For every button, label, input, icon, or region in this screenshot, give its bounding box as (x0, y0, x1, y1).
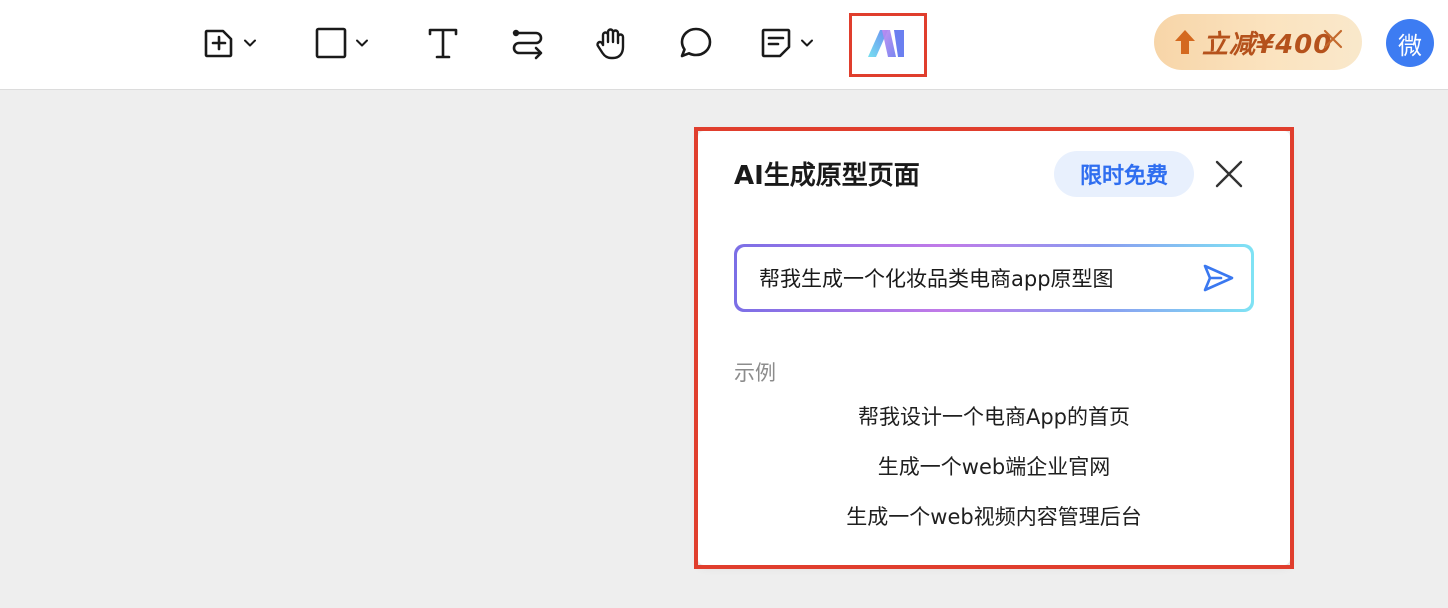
note-tool[interactable] (759, 22, 815, 64)
comment-tool[interactable] (678, 22, 714, 64)
text-icon (428, 28, 458, 59)
chevron-down-icon[interactable] (799, 35, 815, 51)
rectangle-tool[interactable] (314, 22, 370, 64)
text-tool[interactable] (426, 22, 460, 64)
chevron-down-icon[interactable] (354, 35, 370, 51)
comment-bubble-icon (680, 27, 712, 58)
hand-icon (596, 28, 625, 60)
connector-icon (512, 29, 543, 60)
connector-tool[interactable] (510, 22, 546, 64)
add-page-icon (204, 29, 233, 58)
arrow-up-icon (1175, 30, 1195, 54)
ai-tool-highlight-frame (849, 13, 927, 77)
panel-highlight-frame (694, 127, 1294, 569)
top-toolbar: 立减¥400 微 (0, 0, 1448, 90)
promo-banner[interactable]: 立减¥400 (1154, 14, 1362, 70)
hand-tool[interactable] (593, 22, 629, 64)
rectangle-icon (315, 27, 347, 59)
chevron-down-icon[interactable] (242, 35, 258, 51)
close-icon[interactable] (1322, 28, 1344, 50)
add-page-tool[interactable] (202, 22, 258, 64)
note-icon (761, 28, 791, 58)
promo-text: 立减¥400 (1202, 29, 1333, 60)
avatar[interactable]: 微 (1386, 19, 1434, 67)
avatar-initial: 微 (1398, 31, 1422, 60)
